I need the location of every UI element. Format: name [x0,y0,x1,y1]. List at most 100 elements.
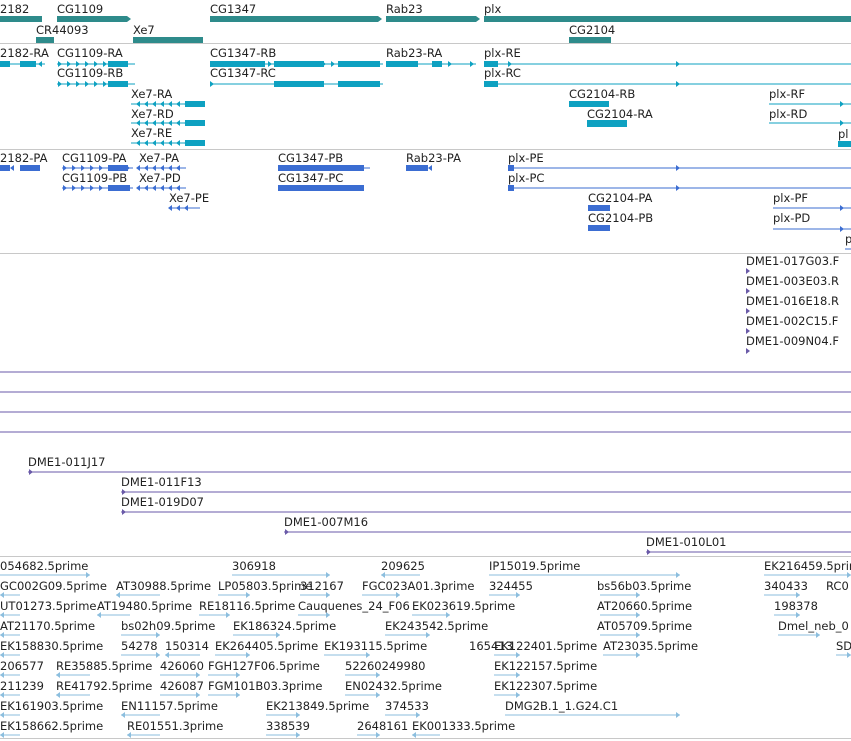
transcript-label[interactable]: plx-RE [484,46,521,60]
exon[interactable] [432,61,442,67]
exon[interactable] [587,120,627,127]
est-label[interactable]: 340433 [764,579,808,593]
protein-label[interactable]: 2182-PA [0,151,47,165]
protein-label[interactable]: Xe7-PE [169,191,209,205]
transcript-label[interactable]: CG2104-RA [587,107,653,121]
exon[interactable] [185,140,205,146]
protein-label[interactable]: plx-PF [773,191,808,205]
est-label[interactable]: AT23035.5prime [603,639,698,653]
est-label[interactable]: DMG2B.1_1.G24.C1 [505,699,618,713]
est-label[interactable]: EK213849.5prime [266,699,369,713]
est-label[interactable]: EK122401.5prime [494,639,597,653]
est-label[interactable]: EK158830.5prime [0,639,103,653]
est-label[interactable]: RE35885.5prime [56,659,152,673]
est-label[interactable]: 206577 [0,659,44,673]
bac-end-label[interactable]: DME1-017G03.F [746,254,839,268]
transcript-label[interactable]: CG1109-RA [57,46,123,60]
cds[interactable] [406,165,428,171]
bac-clone-label[interactable]: DME1-019D07 [121,495,204,509]
est-label[interactable]: bs02h09.5prime [121,619,215,633]
protein-label[interactable]: Xe7-PA [139,151,179,165]
gene-label[interactable]: CG1347 [210,2,256,16]
protein-label[interactable]: plx-PC [508,171,544,185]
est-label[interactable]: EK186324.5prime [233,619,336,633]
transcript-label[interactable]: CG1347-RB [210,46,276,60]
gene-label[interactable]: Xe7 [133,23,155,37]
gene-glyph[interactable] [484,16,851,22]
bac-clone-label[interactable]: DME1-011J17 [28,455,106,469]
protein-label[interactable]: plx-PD [773,211,810,225]
est-label[interactable]: IP15019.5prime [489,559,580,573]
est-label[interactable]: EK161903.5prime [0,699,103,713]
exon[interactable] [338,61,380,67]
protein-label[interactable]: plx-PE [508,151,544,165]
gene-glyph[interactable] [386,16,476,22]
transcript-label[interactable]: Rab23-RA [386,46,442,60]
est-label[interactable]: 209625 [381,559,425,573]
est-label[interactable]: SD [836,639,851,653]
bac-end-label[interactable]: DME1-002C15.F [746,314,838,328]
est-label[interactable]: bs56b03.5prime [597,579,691,593]
cds[interactable] [0,165,10,171]
est-label[interactable]: 426087 [160,679,204,693]
bac-clone-label[interactable]: DME1-011F13 [121,475,202,489]
bac-end-label[interactable]: DME1-009N04.F [746,334,839,348]
est-label[interactable]: 324455 [489,579,533,593]
est-label[interactable]: EK023619.5prime [412,599,515,613]
protein-label[interactable]: CG1347-PB [278,151,343,165]
est-label[interactable]: EK243542.5prime [385,619,488,633]
exon[interactable] [838,141,851,147]
est-label[interactable]: FGH127F06.5prime [208,659,320,673]
gene-label[interactable]: CG2104 [569,23,615,37]
est-label[interactable]: 306918 [232,559,276,573]
est-label[interactable]: AT05709.5prime [597,619,692,633]
est-label[interactable]: EK158662.5prime [0,719,103,733]
cds[interactable] [508,185,514,191]
gene-label[interactable]: CR44093 [36,23,89,37]
transcript-label[interactable]: Xe7-RE [131,126,172,140]
est-label[interactable]: 054682.5prime [0,559,88,573]
est-label[interactable]: EK122307.5prime [494,679,597,693]
protein-label[interactable]: Xe7-PD [139,171,181,185]
est-label[interactable]: Dmel_neb_0 [778,619,849,633]
gene-label[interactable]: plx [484,2,501,16]
est-label[interactable]: EK122157.5prime [494,659,597,673]
cds[interactable] [20,165,40,171]
exon[interactable] [274,81,324,87]
est-label[interactable]: RC0 [826,579,849,593]
est-label[interactable]: GC002G09.5prime [0,579,107,593]
bac-clone-label[interactable]: DME1-007M16 [284,515,368,529]
protein-label[interactable]: CG2104-PA [588,191,652,205]
est-label[interactable]: LP05803.5prime [218,579,312,593]
est-label[interactable]: 312167 [300,579,344,593]
est-label[interactable]: 211239 [0,679,44,693]
transcript-label[interactable]: CG1109-RB [57,66,123,80]
est-label[interactable]: 198378 [774,599,818,613]
gene-label[interactable]: 2182 [0,2,29,16]
transcript-label[interactable]: plx-RC [484,66,521,80]
est-label[interactable]: 2648161 [357,719,408,733]
protein-label[interactable]: CG1109-PA [62,151,126,165]
cds[interactable] [588,225,610,231]
est-label[interactable]: FGC023A01.3prime [362,579,474,593]
est-label[interactable]: AT21170.5prime [0,619,95,633]
protein-label[interactable]: CG2104-PB [588,211,653,225]
est-label[interactable]: Cauquenes_24_F06 [298,599,410,613]
est-label[interactable]: RE41792.5prime [56,679,152,693]
bac-end-label[interactable]: DME1-003E03.R [746,274,839,288]
exon[interactable] [185,101,205,107]
cds[interactable] [278,185,364,191]
genome-browser-canvas[interactable]: 2182 CG1109 CR44093 Xe7 CG1347 Rab23 plx CG2104… [0,0,851,741]
est-label[interactable]: EK264405.5prime [215,639,318,653]
exon[interactable] [338,81,380,87]
est-label[interactable]: AT30988.5prime [116,579,211,593]
gene-glyph[interactable] [57,16,127,22]
est-label[interactable]: 338539 [266,719,310,733]
est-label[interactable]: EN02432.5prime [345,679,442,693]
transcript-label[interactable]: plx-RF [769,87,805,101]
est-label[interactable]: EK193115.5prime [324,639,427,653]
est-label[interactable]: AT19480.5prime [97,599,192,613]
est-label[interactable]: 54278 [121,639,158,653]
est-label[interactable]: AT20660.5prime [597,599,692,613]
transcript-label[interactable]: pl [838,127,849,141]
